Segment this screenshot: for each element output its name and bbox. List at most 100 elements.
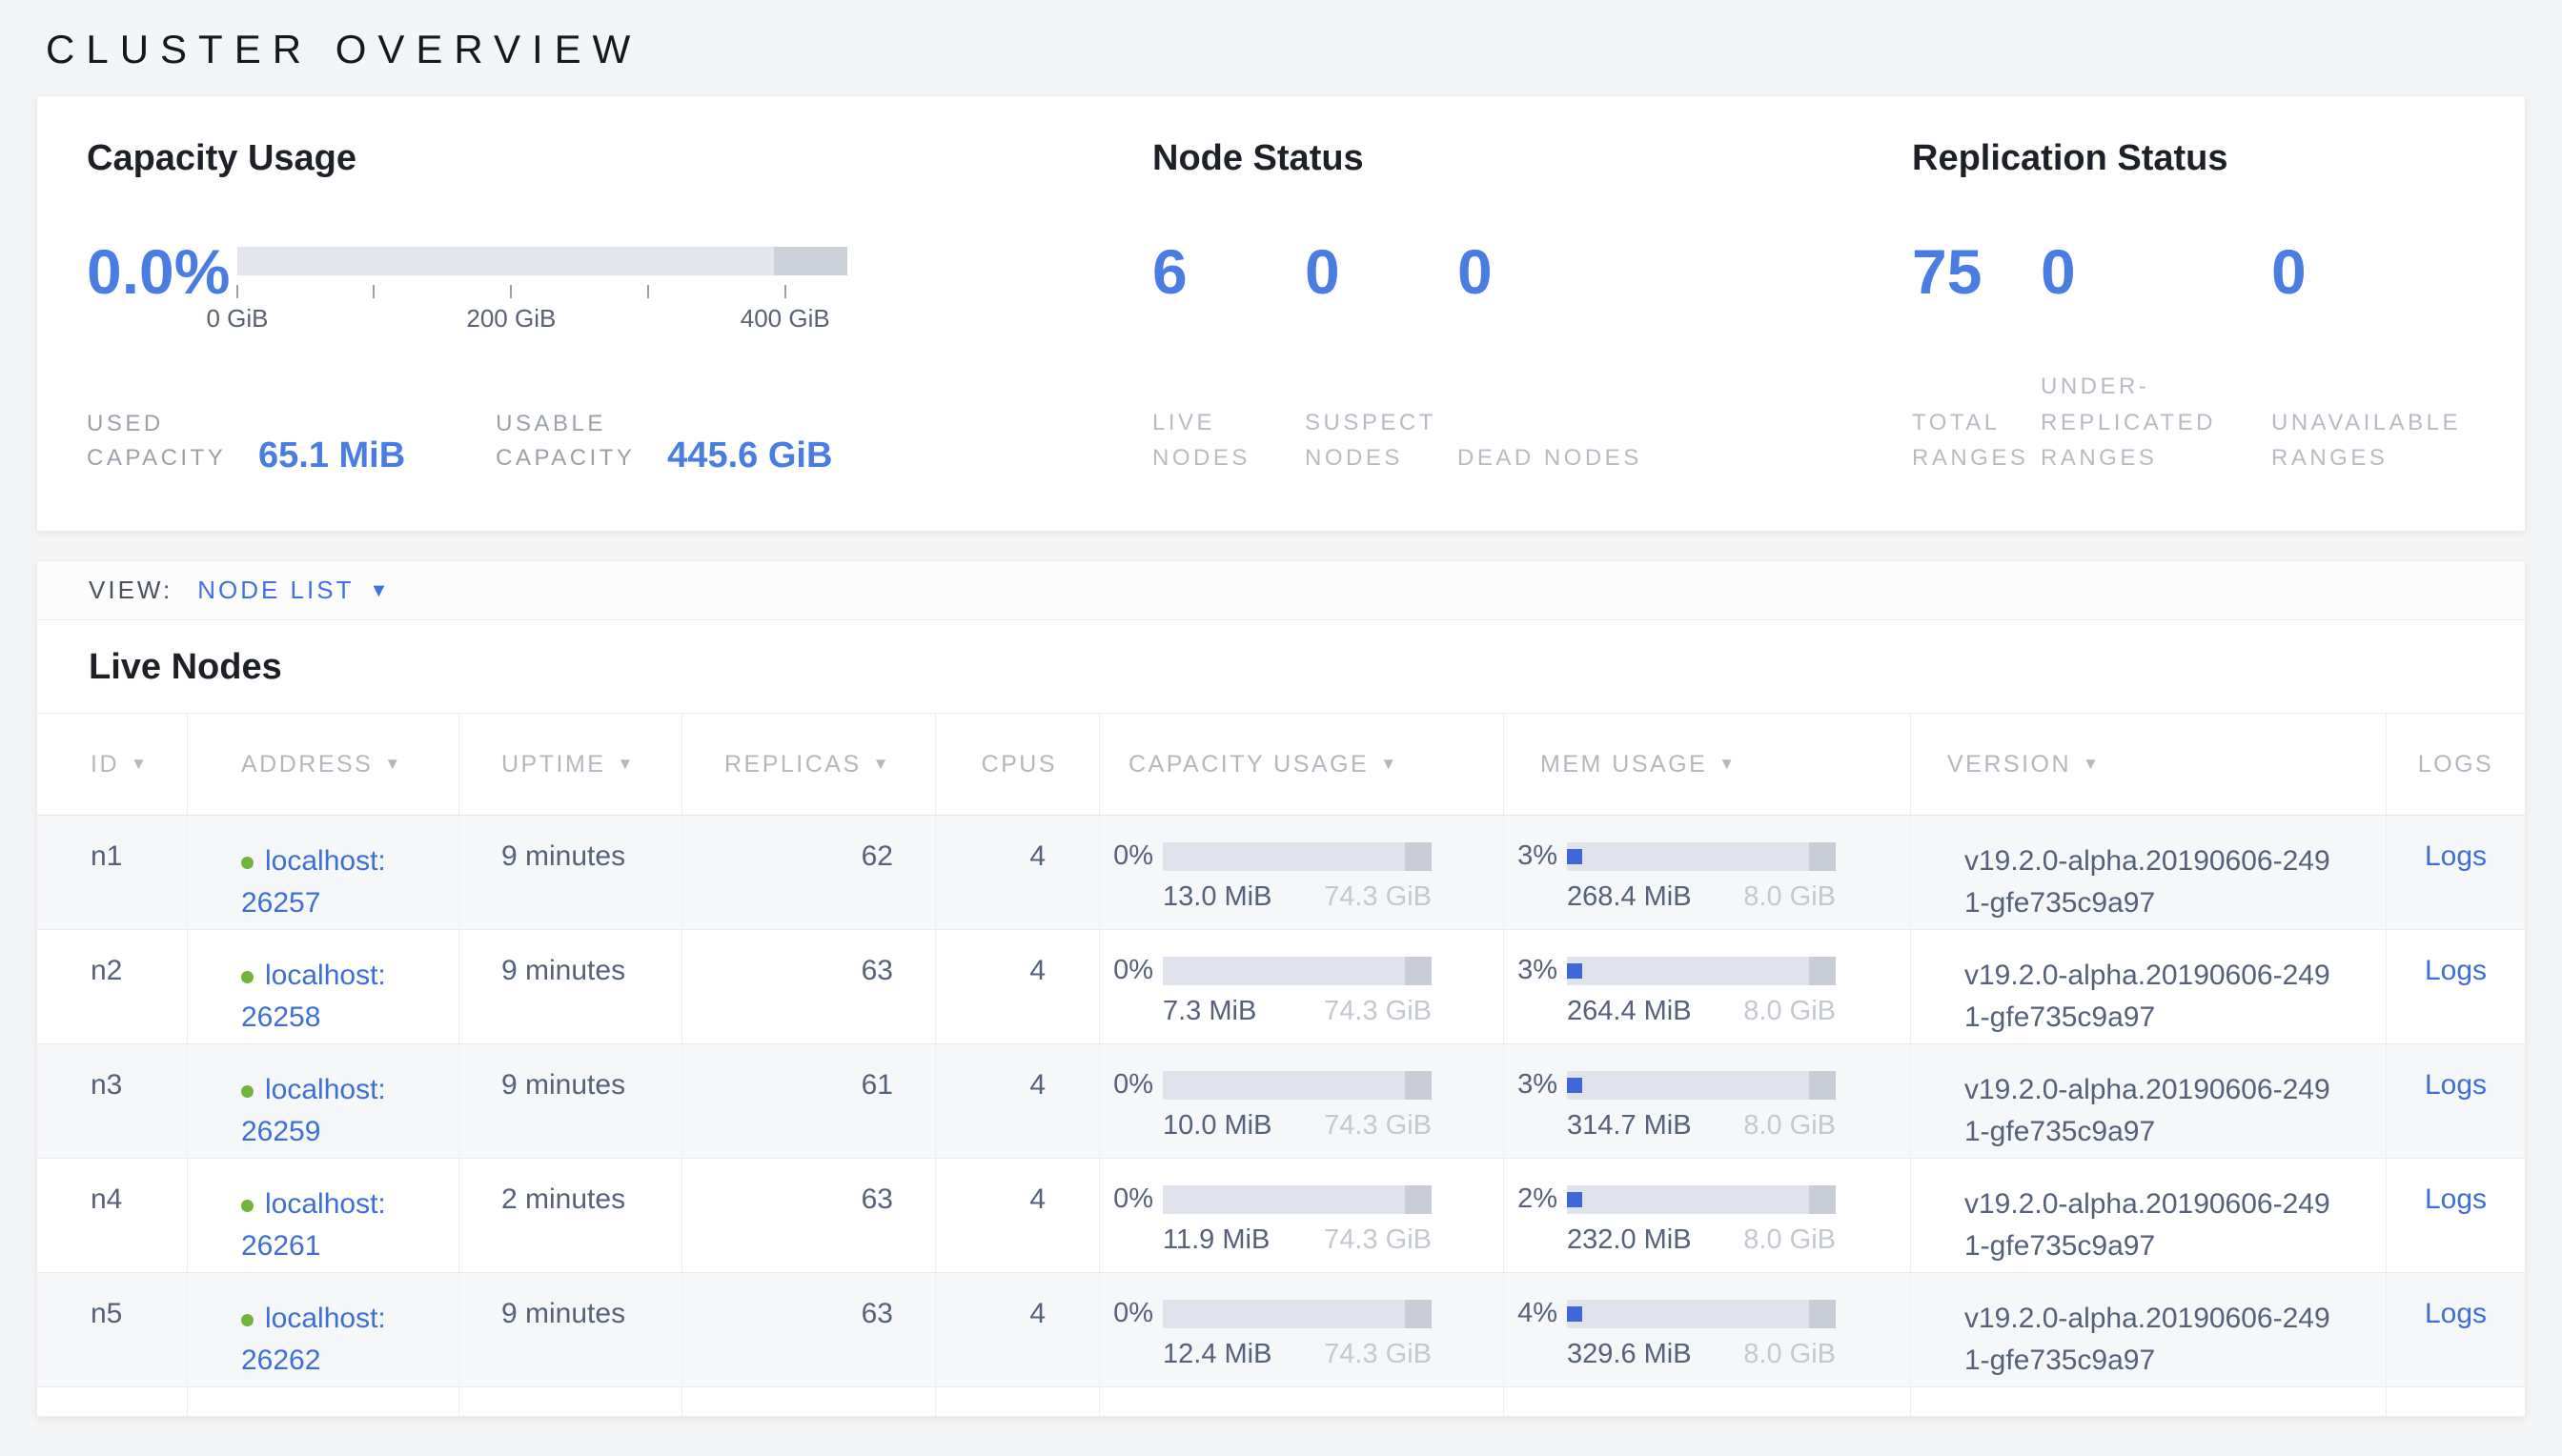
capacity-mini-bar (1163, 1300, 1432, 1328)
unavailable-ranges-stat: 0 UNAVAILABLE RANGES (2271, 239, 2525, 475)
mem-percent-label: 3% (1504, 840, 1557, 872)
under-replicated-label: UNDER-REPLICATED RANGES (2041, 369, 2271, 475)
mem-used: 232.0 MiB (1567, 1224, 1692, 1256)
live-status-icon (241, 971, 254, 983)
column-header-uptime[interactable]: UPTIME▼ (459, 714, 682, 815)
node-replicas: 62 (682, 816, 936, 929)
column-header-address[interactable]: ADDRESS▼ (188, 714, 459, 815)
node-address-link[interactable]: localhost:26261 (241, 1188, 386, 1262)
capacity-used: 13.0 MiB (1163, 881, 1271, 913)
mem-percent-label: 3% (1504, 955, 1557, 986)
node-replicas: 61 (682, 1044, 936, 1158)
logs-link[interactable]: Logs (2425, 1183, 2487, 1215)
table-row: n1 localhost:26257 9 minutes 62 4 0% 13.… (37, 816, 2525, 930)
logs-link[interactable]: Logs (2425, 840, 2487, 872)
sort-arrow-icon: ▼ (873, 755, 891, 774)
table-row: n5 localhost:26262 9 minutes 63 4 0% 12.… (37, 1273, 2525, 1387)
cluster-overview-page: { "accent_blue": "#4a7de2", "link_blue":… (0, 27, 2562, 1456)
capacity-mini-bar (1163, 842, 1432, 871)
live-status-icon (241, 1314, 254, 1326)
node-version: v19.2.0-alpha.20190606-2491-gfe735c9a97 (1911, 1159, 2387, 1272)
mem-mini-bar (1567, 1300, 1836, 1328)
node-id: n5 (37, 1273, 188, 1386)
cluster-summary-card: Capacity Usage 0.0% 0 GiB 200 GiB (36, 95, 2526, 532)
column-header-cpus: CPUS (936, 714, 1100, 815)
sort-arrow-icon: ▼ (1380, 755, 1398, 774)
view-dropdown[interactable]: NODE LIST ▼ (197, 576, 388, 605)
view-toolbar: VIEW: NODE LIST ▼ (37, 561, 2525, 620)
axis-label: 400 GiB (741, 304, 830, 334)
logs-link[interactable]: Logs (2425, 1069, 2487, 1101)
capacity-total: 74.3 GiB (1324, 1339, 1432, 1370)
node-replicas: 63 (682, 930, 936, 1043)
mem-total: 8.0 GiB (1743, 1339, 1836, 1370)
live-nodes-heading: Live Nodes (37, 620, 2525, 713)
mem-total: 8.0 GiB (1743, 1224, 1836, 1256)
node-address-link[interactable]: localhost:26262 (241, 1303, 386, 1376)
node-id: n4 (37, 1159, 188, 1272)
mem-total: 8.0 GiB (1743, 996, 1836, 1027)
suspect-nodes-stat: 0 SUSPECT NODES (1305, 239, 1457, 475)
capacity-mini-bar (1163, 957, 1432, 985)
mem-used: 264.4 MiB (1567, 996, 1692, 1027)
capacity-total: 74.3 GiB (1324, 1110, 1432, 1142)
node-mem-cell: 4% 329.6 MiB8.0 GiB (1504, 1273, 1911, 1386)
node-capacity-cell: 0% 12.4 MiB74.3 GiB (1100, 1273, 1504, 1386)
column-header-mem-usage[interactable]: MEM USAGE▼ (1504, 714, 1911, 815)
used-capacity-value: 65.1 MiB (258, 437, 405, 475)
node-address-link[interactable]: localhost:26259 (241, 1074, 386, 1147)
node-mem-cell: 3% 264.4 MiB 8.0 GiB (1504, 930, 1911, 1043)
node-address-link[interactable]: localhost:26258 (241, 960, 386, 1033)
under-replicated-ranges-stat: 0 UNDER-REPLICATED RANGES (2041, 239, 2271, 475)
capacity-bar-chart: 0 GiB 200 GiB 400 GiB (237, 247, 847, 333)
sort-arrow-icon: ▼ (2083, 755, 2101, 774)
node-id: n3 (37, 1044, 188, 1158)
mem-used: 268.4 MiB (1567, 881, 1692, 913)
usable-capacity-label: USABLE CAPACITY (496, 407, 660, 475)
node-capacity-cell: 0% 11.9 MiB74.3 GiB (1100, 1159, 1504, 1272)
node-address-link[interactable]: localhost:26257 (241, 845, 386, 919)
sort-arrow-icon: ▼ (617, 755, 635, 774)
node-uptime: 2 minutes (459, 1159, 682, 1272)
node-mem-cell: 3% 314.7 MiB8.0 GiB (1504, 1044, 1911, 1158)
capacity-bar-track (237, 247, 847, 275)
sort-arrow-icon: ▼ (1718, 755, 1737, 774)
mem-mini-bar (1567, 957, 1836, 985)
column-header-version[interactable]: VERSION▼ (1911, 714, 2387, 815)
node-list-card: VIEW: NODE LIST ▼ Live Nodes ID▼ ADDRESS… (36, 560, 2526, 1417)
view-selected-value[interactable]: NODE LIST (197, 576, 354, 605)
logs-link[interactable]: Logs (2425, 1298, 2487, 1329)
suspect-nodes-count: 0 (1305, 239, 1457, 305)
logs-link[interactable]: Logs (2425, 955, 2487, 986)
view-label: VIEW: (89, 576, 173, 605)
capacity-percent-label: 0% (1100, 1069, 1153, 1101)
node-version: v19.2.0-alpha.20190606-2491-gfe735c9a97 (1911, 1273, 2387, 1386)
total-ranges-count: 75 (1912, 239, 2041, 305)
capacity-used: 10.0 MiB (1163, 1110, 1271, 1142)
mem-used: 329.6 MiB (1567, 1339, 1692, 1370)
used-capacity-stat: USED CAPACITY 65.1 MiB (87, 407, 405, 475)
node-cpus: 4 (936, 1044, 1100, 1158)
table-row: n2 localhost:26258 9 minutes 63 4 0% 7.3… (37, 930, 2525, 1044)
dead-nodes-label: DEAD NODES (1457, 440, 1696, 475)
column-header-capacity-usage[interactable]: CAPACITY USAGE▼ (1100, 714, 1504, 815)
mem-mini-bar (1567, 1185, 1836, 1214)
live-status-icon (241, 1200, 254, 1212)
column-header-replicas[interactable]: REPLICAS▼ (682, 714, 936, 815)
mem-percent-label: 2% (1504, 1183, 1557, 1215)
sort-arrow-icon: ▼ (384, 755, 402, 774)
node-uptime: 9 minutes (459, 930, 682, 1043)
live-nodes-count: 6 (1152, 239, 1305, 305)
live-nodes-label: LIVE NODES (1152, 405, 1305, 475)
column-header-id[interactable]: ID▼ (37, 714, 188, 815)
axis-label: 0 GiB (206, 304, 268, 334)
mem-percent-label: 3% (1504, 1069, 1557, 1101)
node-logs-cell: Logs (2387, 1273, 2525, 1386)
node-logs-cell: Logs (2387, 1159, 2525, 1272)
node-capacity-cell: 0% 7.3 MiB74.3 GiB (1100, 930, 1504, 1043)
live-nodes-stat: 6 LIVE NODES (1152, 239, 1305, 475)
unavailable-label: UNAVAILABLE RANGES (2271, 405, 2510, 475)
node-replicas: 63 (682, 1273, 936, 1386)
node-logs-cell: Logs (2387, 1044, 2525, 1158)
capacity-total: 74.3 GiB (1324, 1224, 1432, 1256)
